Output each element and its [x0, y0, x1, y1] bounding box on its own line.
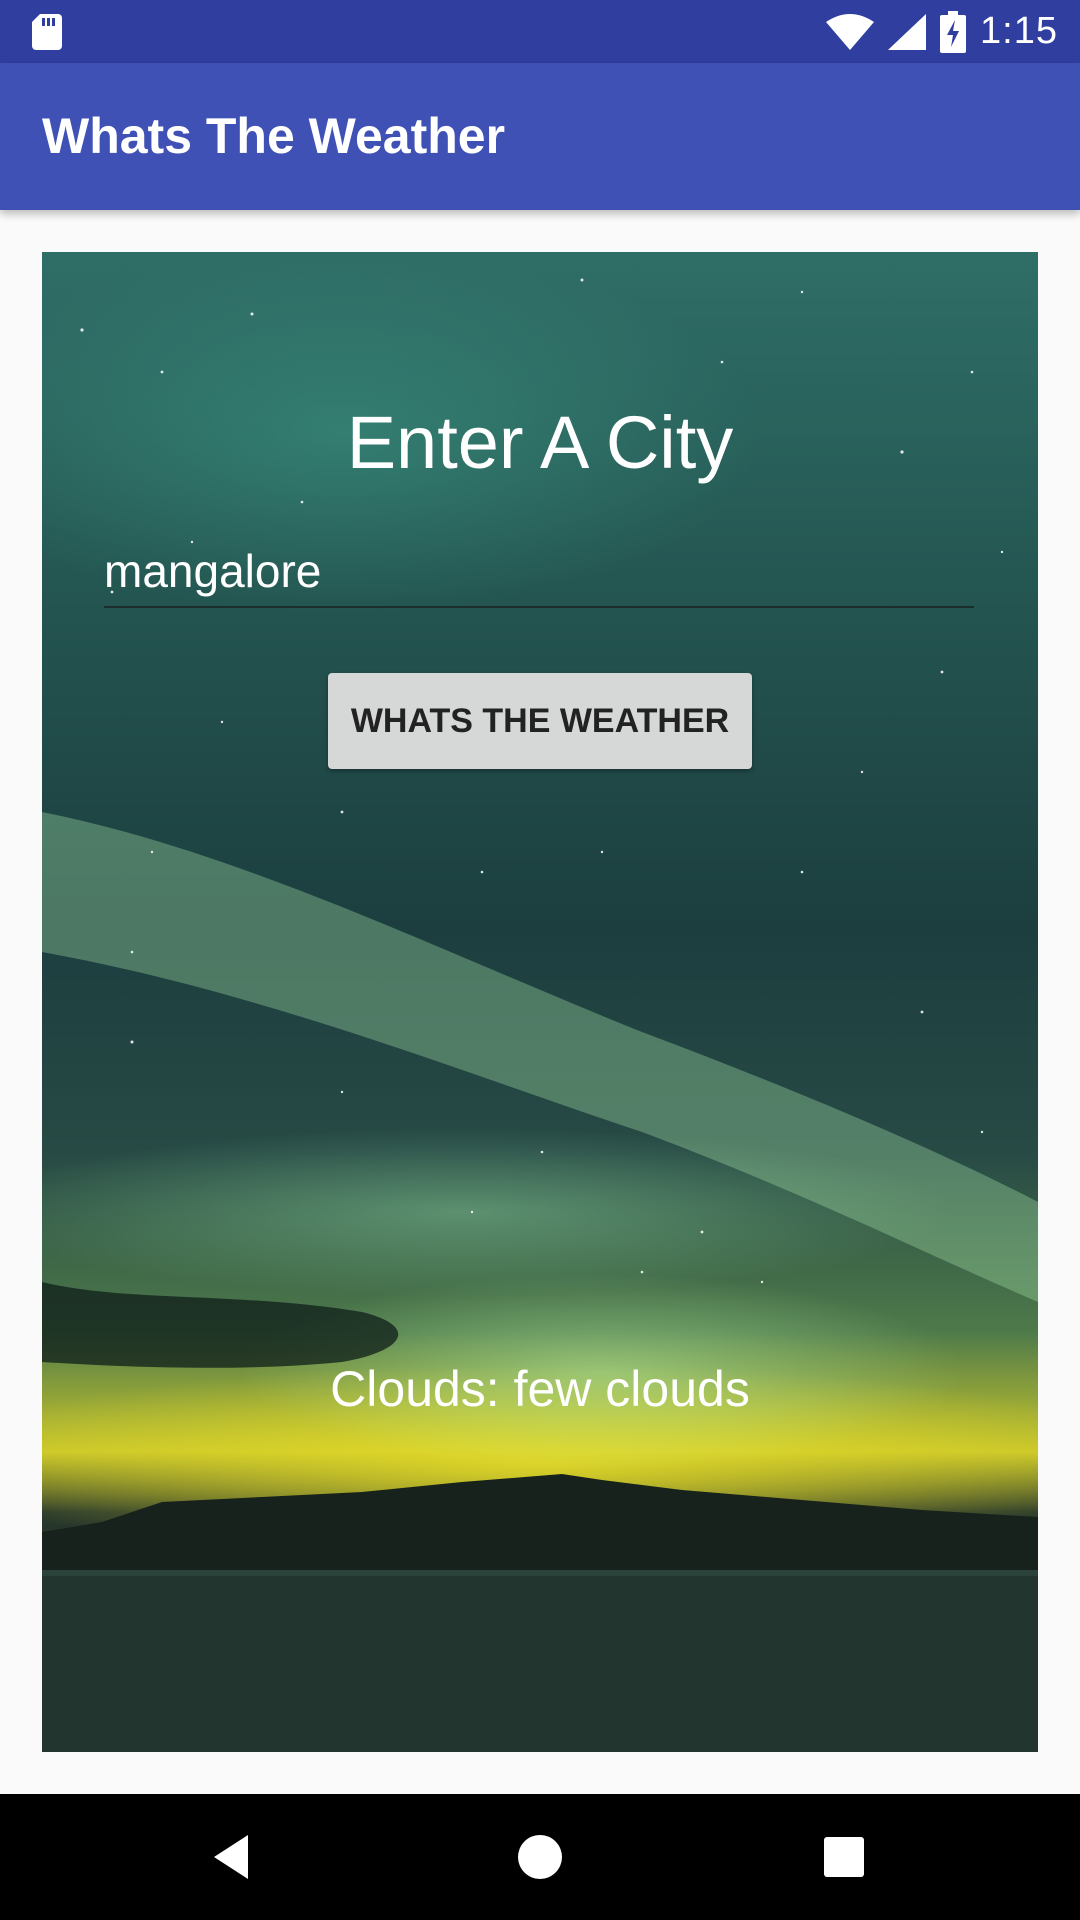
battery-charging-icon [940, 10, 967, 53]
home-icon[interactable] [510, 1827, 570, 1887]
city-input[interactable] [104, 536, 974, 608]
wifi-icon [826, 13, 875, 50]
recents-icon[interactable] [814, 1827, 874, 1887]
app-bar: Whats The Weather [0, 63, 1080, 210]
sd-card-icon [32, 14, 62, 50]
back-icon[interactable] [206, 1827, 266, 1887]
status-bar: 1:15 [0, 0, 1080, 63]
weather-result-text: Clouds: few clouds [330, 1361, 750, 1417]
aurora-background-image: Enter A City WHATS THE WEATHER Clouds: f… [42, 252, 1038, 1752]
navigation-bar [0, 1794, 1080, 1920]
city-prompt-heading: Enter A City [346, 401, 734, 484]
whats-the-weather-button[interactable]: WHATS THE WEATHER [328, 673, 752, 769]
cell-signal-icon [888, 13, 927, 50]
app-title: Whats The Weather [42, 108, 506, 164]
status-time: 1:15 [980, 10, 1058, 52]
